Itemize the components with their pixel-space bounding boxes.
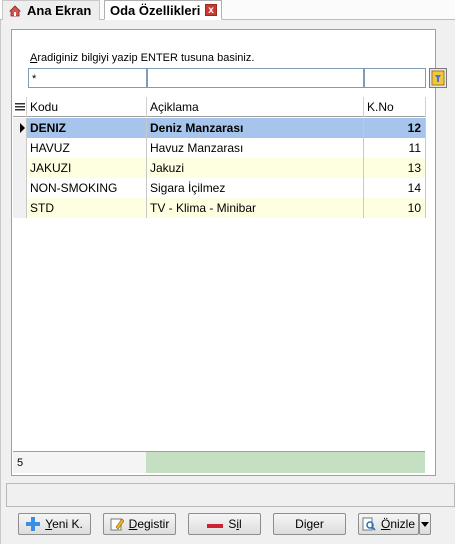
- status-bar: [6, 483, 455, 507]
- plus-icon: [26, 517, 41, 531]
- tab-ana-ekran-label: Ana Ekran: [27, 3, 92, 18]
- row-indicator: [13, 158, 27, 178]
- cell-code: JAKUZI: [27, 158, 147, 178]
- footer-summary-bar: [146, 452, 425, 473]
- filter-code-input[interactable]: *: [28, 68, 147, 88]
- home-icon: [9, 5, 21, 17]
- new-record-button[interactable]: Yeni K.: [18, 513, 91, 535]
- cell-desc: Jakuzi: [147, 158, 364, 178]
- table-row[interactable]: JAKUZI Jakuzi 13: [13, 158, 426, 178]
- search-hint: Aradiginiz bilgiyi yazip ENTER tusuna ba…: [30, 52, 255, 64]
- cell-code: STD: [27, 198, 147, 218]
- filter-desc-input[interactable]: [147, 68, 364, 88]
- minus-icon: [207, 524, 224, 528]
- filter-button[interactable]: [429, 68, 447, 88]
- preview-dropdown-button[interactable]: [419, 513, 431, 535]
- filter-icon: [431, 70, 445, 86]
- column-header-kno[interactable]: K.No: [364, 97, 426, 117]
- cell-no: 13: [364, 158, 426, 178]
- cell-desc: TV - Klima - Minibar: [147, 198, 364, 218]
- table-row[interactable]: STD TV - Klima - Minibar 10: [13, 198, 426, 218]
- tab-oda-ozellikleri-label: Oda Özellikleri: [110, 3, 201, 18]
- edit-icon: [110, 518, 124, 531]
- delete-button[interactable]: Sil: [188, 513, 261, 535]
- column-header-aciklama[interactable]: Açiklama: [147, 97, 364, 117]
- column-header-kodu[interactable]: Kodu: [27, 97, 147, 117]
- close-icon[interactable]: x: [205, 4, 217, 16]
- table-row[interactable]: NON-SMOKING Sigara İçilmez 14: [13, 178, 426, 198]
- row-indicator: [13, 198, 27, 218]
- cell-no: 11: [364, 138, 426, 158]
- other-button[interactable]: Diger: [273, 513, 346, 535]
- cell-no: 10: [364, 198, 426, 218]
- chevron-down-icon: [421, 522, 429, 527]
- preview-button[interactable]: Önizle: [358, 513, 419, 535]
- table-row[interactable]: DENIZ Deniz Manzarası 12: [13, 118, 426, 138]
- current-row-arrow-icon: [20, 123, 25, 133]
- tab-oda-ozellikleri[interactable]: Oda Özellikleri x: [104, 0, 222, 20]
- row-indicator: [13, 138, 27, 158]
- edit-button[interactable]: Degistir: [103, 513, 176, 535]
- filter-no-input[interactable]: [364, 68, 426, 88]
- cell-code: HAVUZ: [27, 138, 147, 158]
- tab-ana-ekran[interactable]: Ana Ekran: [2, 0, 100, 20]
- preview-icon: [362, 517, 376, 531]
- cell-desc: Havuz Manzarası: [147, 138, 364, 158]
- table-row[interactable]: HAVUZ Havuz Manzarası 11: [13, 138, 426, 158]
- cell-desc: Deniz Manzarası: [147, 118, 364, 138]
- cell-no: 14: [364, 178, 426, 198]
- row-indicator: [13, 118, 27, 138]
- grid-footer: 5: [13, 451, 425, 473]
- record-count: 5: [13, 452, 145, 473]
- row-indicator: [13, 178, 27, 198]
- cell-code: DENIZ: [27, 118, 147, 138]
- table-header: Kodu Açiklama K.No: [13, 97, 426, 117]
- column-chooser-icon[interactable]: [13, 97, 27, 117]
- cell-no: 12: [364, 118, 426, 138]
- cell-desc: Sigara İçilmez: [147, 178, 364, 198]
- cell-code: NON-SMOKING: [27, 178, 147, 198]
